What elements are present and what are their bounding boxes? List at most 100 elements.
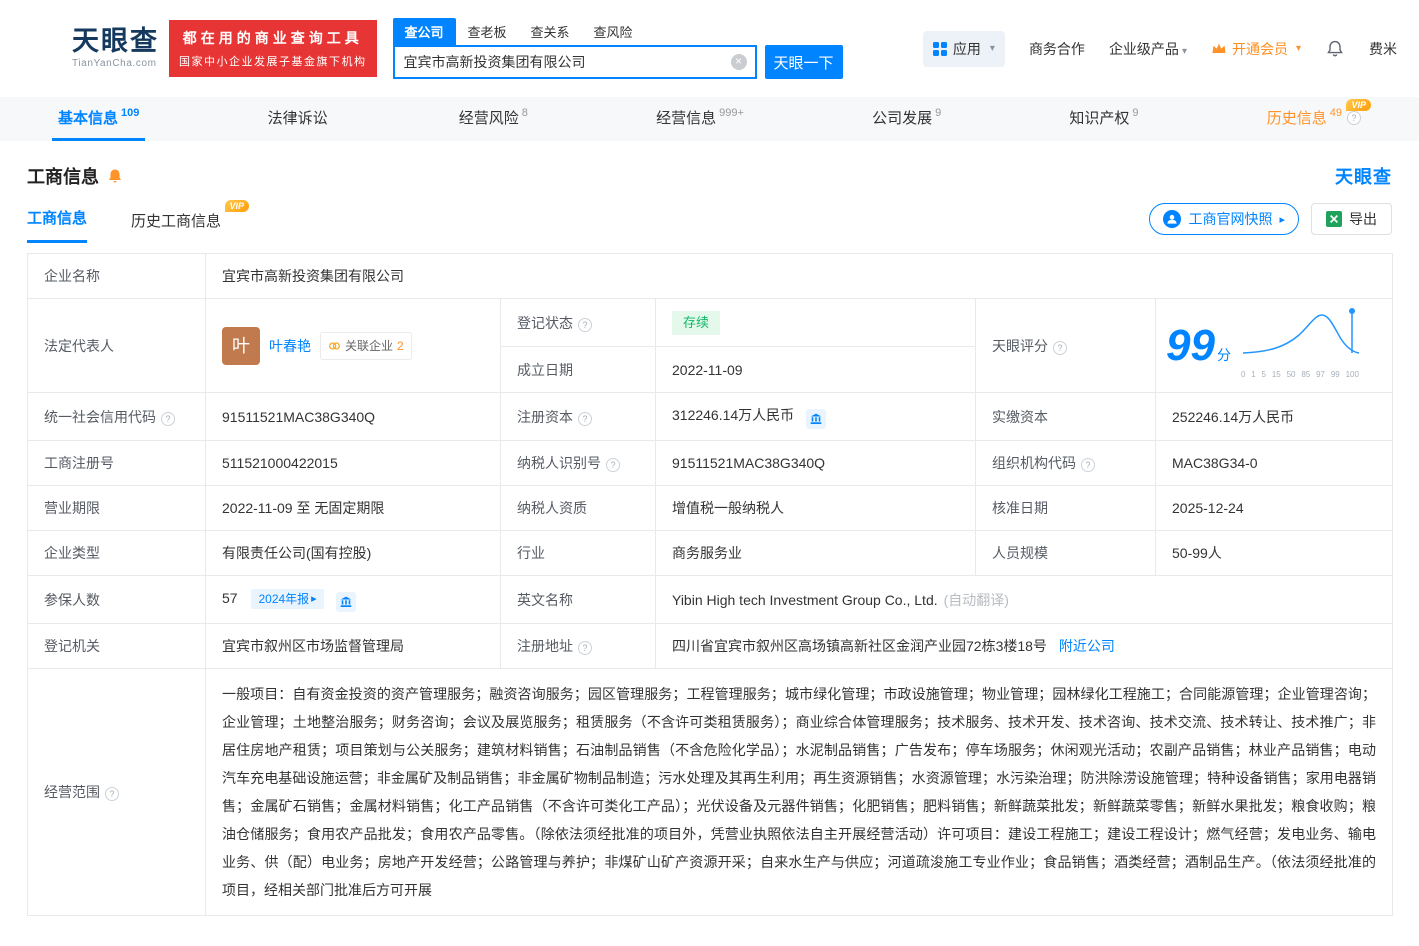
insured-cell: 57 2024年报 ▸ bbox=[205, 575, 501, 624]
chevron-right-icon: ▸ bbox=[311, 593, 317, 605]
chevron-right-icon: ▸ bbox=[1279, 213, 1285, 226]
table-row-credit-code: 统一社会信用代码? 91511521MAC38G340Q 注册资本? 31224… bbox=[27, 392, 1393, 441]
notification-bell-button[interactable] bbox=[1325, 39, 1345, 59]
search-row: × 天眼一下 bbox=[392, 45, 843, 79]
logo-brand: 天眼查 bbox=[72, 26, 159, 56]
tab-operation-info[interactable]: 经营信息 999+ bbox=[650, 97, 750, 141]
english-name-value: Yibin High tech Investment Group Co., Lt… bbox=[672, 591, 938, 608]
slogan-line2: 国家中小企业发展子基金旗下机构 bbox=[179, 56, 367, 68]
open-vip-label: 开通会员 bbox=[1231, 40, 1288, 57]
table-row-company-name: 企业名称 宜宾市高新投资集团有限公司 bbox=[27, 253, 1393, 299]
nav-business-cooperation[interactable]: 商务合作 bbox=[1029, 39, 1085, 59]
help-icon[interactable]: ? bbox=[161, 411, 175, 426]
subtab-row: 工商信息 VIP 历史工商信息 工商官网快照 ▸ 导出 bbox=[27, 200, 1392, 243]
field-label: 工商注册号 bbox=[27, 440, 206, 486]
tab-label: 基本信息 bbox=[58, 110, 119, 127]
org-code-value: MAC38G34-0 bbox=[1155, 440, 1393, 486]
tab-legal-litigation[interactable]: 法律诉讼 bbox=[262, 97, 337, 141]
table-row-business-term: 营业期限 2022-11-09 至 无固定期限 纳税人资质 增值税一般纳税人 核… bbox=[27, 485, 1393, 531]
logo-domain: TianYanCha.com bbox=[72, 58, 157, 69]
nav-open-vip[interactable]: 开通会员 ▾ bbox=[1211, 39, 1301, 59]
field-label: 注册资本? bbox=[500, 392, 656, 441]
table-row-legal-rep: 法定代表人 叶 叶春艳 关联企业 2 登记状态? 存续 天眼评分 ? 99 分 … bbox=[27, 297, 1393, 393]
subtab-business-info[interactable]: 工商信息 bbox=[27, 207, 88, 243]
search-tabs: 查公司 查老板 查关系 查风险 bbox=[392, 18, 843, 45]
clear-search-icon[interactable]: × bbox=[730, 54, 747, 70]
field-label: 法定代表人 bbox=[27, 298, 206, 393]
tab-label: 公司发展 bbox=[872, 110, 933, 127]
field-label: 组织机构代码? bbox=[975, 440, 1156, 486]
company-name-value: 宜宾市高新投资集团有限公司 bbox=[205, 253, 1393, 299]
excel-icon bbox=[1326, 211, 1342, 227]
field-label: 实缴资本 bbox=[975, 392, 1156, 441]
legal-rep-avatar[interactable]: 叶 bbox=[222, 326, 260, 365]
annual-report-badge[interactable]: 2024年报 ▸ bbox=[251, 589, 324, 609]
search-button[interactable]: 天眼一下 bbox=[764, 45, 843, 79]
apps-menu-button[interactable]: 应用 ▾ bbox=[922, 30, 1005, 67]
field-label: 营业期限 bbox=[27, 485, 206, 531]
capital-detail-icon[interactable] bbox=[806, 409, 827, 429]
related-companies-badge[interactable]: 关联企业 2 bbox=[320, 331, 412, 360]
link-rings-icon bbox=[329, 341, 340, 350]
reg-number-value: 511521000422015 bbox=[205, 440, 501, 486]
nav-user[interactable]: 费米 bbox=[1369, 39, 1397, 59]
paid-capital-value: 252246.14万人民币 bbox=[1155, 392, 1393, 441]
tianyancha-logo[interactable]: 天眼查 TianYanCha.com bbox=[14, 24, 159, 74]
search-input-wrap: × bbox=[392, 45, 757, 79]
field-label: 纳税人识别号? bbox=[500, 440, 656, 486]
field-label: 登记机关 bbox=[27, 623, 206, 669]
tab-count: 999+ bbox=[719, 106, 744, 119]
insured-detail-icon[interactable] bbox=[335, 592, 356, 612]
tab-history-info[interactable]: VIP 历史信息 49 ? bbox=[1261, 97, 1371, 141]
legal-rep-name-link[interactable]: 叶春艳 bbox=[269, 335, 311, 357]
snapshot-person-icon bbox=[1163, 210, 1182, 228]
help-icon[interactable]: ? bbox=[606, 458, 620, 472]
help-icon[interactable]: ? bbox=[1347, 110, 1361, 125]
chevron-down-icon: ▾ bbox=[1295, 43, 1301, 54]
company-type-value: 有限责任公司(国有控股) bbox=[205, 530, 501, 576]
field-label: 人员规模 bbox=[975, 530, 1156, 576]
search-tab-risk[interactable]: 查风险 bbox=[582, 18, 645, 45]
field-label: 企业名称 bbox=[27, 253, 206, 299]
reg-authority-value: 宜宾市叙州区市场监督管理局 bbox=[205, 623, 501, 669]
reg-address-cell: 四川省宜宾市叙州区高场镇高新社区金润产业园72栋3楼18号 附近公司 bbox=[655, 623, 1393, 669]
field-label: 纳税人资质 bbox=[500, 485, 656, 531]
tab-intellectual-property[interactable]: 知识产权 9 bbox=[1063, 97, 1144, 141]
help-icon[interactable]: ? bbox=[578, 317, 592, 332]
help-icon[interactable]: ? bbox=[1053, 340, 1067, 355]
business-term-value: 2022-11-09 至 无固定期限 bbox=[205, 485, 501, 531]
search-tab-relation[interactable]: 查关系 bbox=[519, 18, 582, 45]
field-label: 经营范围? bbox=[27, 668, 206, 916]
tab-count: 9 bbox=[1132, 106, 1139, 119]
search-tab-boss[interactable]: 查老板 bbox=[456, 18, 519, 45]
section-header: 工商信息 天眼查 bbox=[27, 163, 1392, 189]
taxpayer-id-value: 91511521MAC38G340Q bbox=[655, 440, 976, 486]
related-companies-count: 2 bbox=[397, 338, 404, 353]
tab-label: 法律诉讼 bbox=[267, 110, 328, 127]
subscribe-bell-icon[interactable] bbox=[107, 168, 123, 184]
credit-code-value: 91511521MAC38G340Q bbox=[205, 392, 501, 441]
help-icon[interactable]: ? bbox=[1081, 458, 1095, 472]
official-snapshot-button[interactable]: 工商官网快照 ▸ bbox=[1149, 203, 1299, 235]
nearby-companies-link[interactable]: 附近公司 bbox=[1059, 638, 1115, 654]
tab-basic-info[interactable]: 基本信息 109 bbox=[52, 97, 146, 141]
subtab-history-business-info[interactable]: VIP 历史工商信息 bbox=[131, 200, 250, 243]
nav-enterprise-products[interactable]: 企业级产品 ▾ bbox=[1109, 39, 1187, 59]
tab-operation-risk[interactable]: 经营风险 8 bbox=[453, 97, 534, 141]
help-icon[interactable]: ? bbox=[578, 411, 592, 426]
subtab-actions: 工商官网快照 ▸ 导出 bbox=[1149, 203, 1392, 243]
export-label: 导出 bbox=[1349, 211, 1377, 227]
export-button[interactable]: 导出 bbox=[1311, 203, 1392, 235]
establish-date-value: 2022-11-09 bbox=[655, 346, 976, 393]
top-nav: 应用 ▾ 商务合作 企业级产品 ▾ 开通会员 ▾ 费米 bbox=[922, 30, 1397, 67]
tab-label: 知识产权 bbox=[1069, 110, 1130, 127]
vip-badge: VIP bbox=[224, 200, 250, 212]
search-tab-company[interactable]: 查公司 bbox=[392, 18, 456, 45]
search-input[interactable] bbox=[394, 54, 731, 70]
score-value: 99 bbox=[1166, 320, 1215, 370]
tianyan-score-cell[interactable]: 99 分 0 1 5 15 50 85 97 99 100 bbox=[1155, 298, 1393, 393]
tab-company-development[interactable]: 公司发展 9 bbox=[866, 97, 947, 141]
help-icon[interactable]: ? bbox=[578, 641, 592, 655]
snapshot-label: 工商官网快照 bbox=[1188, 211, 1273, 227]
help-icon[interactable]: ? bbox=[105, 787, 119, 801]
